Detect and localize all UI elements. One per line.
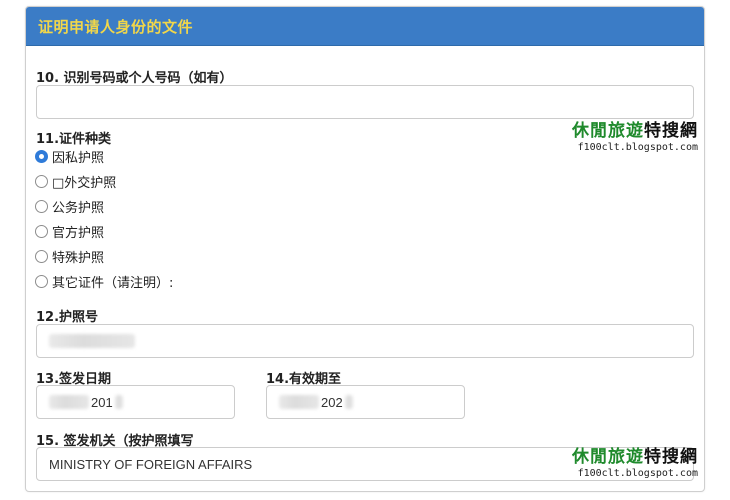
watermark-title: 休閒旅遊特搜網 — [572, 447, 698, 467]
radio-button[interactable] — [35, 174, 48, 188]
radio-button-checked[interactable] — [35, 149, 48, 163]
expiry-date-input[interactable]: 202 — [266, 385, 465, 419]
passport-number-input[interactable] — [36, 324, 694, 358]
radio-button[interactable] — [35, 224, 48, 238]
watermark-logo-top: 休閒旅遊特搜網 f100clt.blogspot.com — [546, 123, 698, 153]
radio-option-label: 特殊护照 — [52, 250, 105, 266]
doc-type-radio-group: 因私护照 □外交护照 公务护照 官方护照 特殊护照 其它证件（请注明）: — [35, 146, 173, 291]
radio-option-service-passport[interactable]: 公务护照 — [35, 196, 173, 216]
radio-option-label: 公务护照 — [52, 200, 105, 216]
id-number-input[interactable] — [36, 85, 694, 119]
radio-option-label: □外交护照 — [52, 175, 117, 191]
radio-option-label: 官方护照 — [52, 225, 105, 241]
watermark-url: f100clt.blogspot.com — [577, 468, 698, 479]
issue-date-visible-text: 201 — [91, 394, 113, 410]
radio-option-label: 其它证件（请注明）: — [52, 275, 174, 291]
id-number-label: 10. 识别号码或个人号码（如有） — [36, 71, 233, 86]
radio-option-other-document[interactable]: 其它证件（请注明）: — [35, 271, 173, 291]
doc-type-label: 11.证件种类 — [36, 132, 112, 147]
radio-button[interactable] — [35, 249, 48, 263]
redacted-value — [49, 395, 89, 409]
radio-option-label: 因私护照 — [52, 150, 105, 166]
redacted-value — [114, 395, 123, 409]
radio-option-diplomatic-passport[interactable]: □外交护照 — [35, 171, 173, 191]
radio-option-official-passport[interactable]: 官方护照 — [35, 221, 173, 241]
watermark-logo-bottom: 休閒旅遊特搜網 f100clt.blogspot.com — [546, 449, 698, 479]
radio-option-special-passport[interactable]: 特殊护照 — [35, 246, 173, 266]
panel-title: 证明申请人身份的文件 — [38, 17, 194, 36]
radio-button[interactable] — [35, 274, 48, 288]
radio-option-private-passport[interactable]: 因私护照 — [35, 146, 173, 166]
panel-header: 证明申请人身份的文件 — [26, 7, 704, 46]
watermark-url: f100clt.blogspot.com — [577, 142, 698, 153]
expiry-date-visible-text: 202 — [321, 394, 343, 410]
issue-date-input[interactable]: 201 — [36, 385, 235, 419]
redacted-value — [49, 334, 135, 348]
redacted-value — [279, 395, 319, 409]
identity-document-panel: 证明申请人身份的文件 10. 识别号码或个人号码（如有） 11.证件种类 因私护… — [25, 6, 705, 492]
passport-number-label: 12.护照号 — [36, 310, 99, 325]
radio-button[interactable] — [35, 199, 48, 213]
redacted-value — [344, 395, 353, 409]
watermark-title: 休閒旅遊特搜網 — [572, 121, 698, 141]
